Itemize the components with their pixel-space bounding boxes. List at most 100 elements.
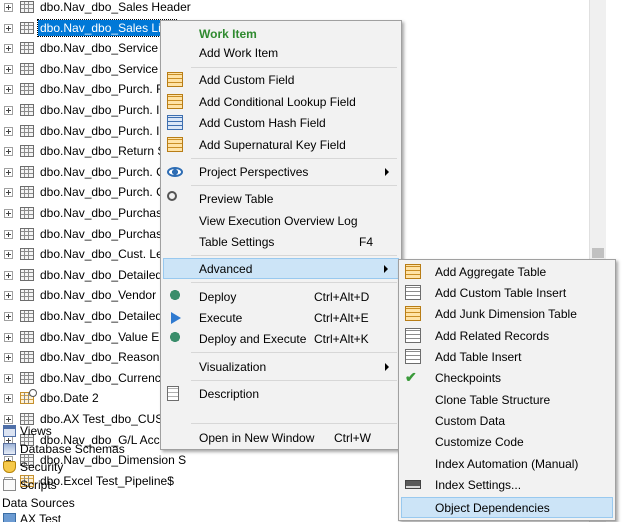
menu-item-add-conditional-lookup-field[interactable]: Add Conditional Lookup Field: [163, 91, 399, 112]
tree-category-security[interactable]: Security: [0, 458, 160, 476]
document-icon: [167, 386, 179, 401]
table-icon: [20, 248, 34, 261]
expand-icon[interactable]: [4, 270, 13, 280]
table-icon: [20, 124, 34, 137]
index-settings-icon: [405, 480, 421, 489]
table-icon: [20, 310, 34, 322]
expand-icon[interactable]: [4, 229, 13, 239]
menu-item-label: Add Table Insert: [435, 350, 522, 364]
aggregate-table-icon: [405, 264, 421, 279]
menu-item-table-settings[interactable]: Table Settings F4: [163, 231, 399, 252]
expand-icon[interactable]: [4, 312, 13, 321]
table-icon: [20, 371, 34, 384]
submenu-item-add-custom-table-insert[interactable]: Add Custom Table Insert: [401, 282, 613, 303]
shortcut-label: F4: [359, 235, 374, 249]
menu-item-advanced[interactable]: Advanced: [163, 258, 399, 279]
play-icon: [171, 312, 181, 324]
menu-item-label: Advanced: [199, 262, 253, 276]
menu-item-add-work-item[interactable]: Add Work Item: [163, 42, 399, 63]
tree-category-database-schemas[interactable]: Database Schemas: [0, 440, 160, 458]
menu-item-label: Description: [199, 387, 260, 401]
expand-icon[interactable]: [4, 332, 13, 342]
tree-table-row[interactable]: dbo.Nav_dbo_Sales Header: [0, 0, 600, 17]
menu-title-label: Work Item: [199, 27, 257, 41]
expand-icon[interactable]: [4, 106, 13, 115]
menu-separator: [191, 282, 397, 283]
submenu-item-index-settings[interactable]: Index Settings...: [401, 474, 613, 495]
expand-icon[interactable]: [4, 23, 13, 33]
menu-item-label: Visualization: [199, 360, 267, 374]
eye-icon: [167, 167, 183, 177]
table-icon: [20, 289, 34, 302]
menu-item-label: Add Supernatural Key Field: [199, 138, 346, 152]
expand-icon[interactable]: [4, 394, 13, 404]
menu-separator: [191, 423, 397, 424]
expand-icon[interactable]: [4, 209, 13, 218]
submenu-item-add-aggregate-table[interactable]: Add Aggregate Table: [401, 261, 613, 282]
expand-icon[interactable]: [4, 188, 13, 198]
related-records-icon: [405, 328, 421, 343]
menu-item-label: Object Dependencies: [435, 501, 550, 515]
expand-icon[interactable]: [4, 64, 13, 74]
menu-separator: [191, 158, 397, 159]
menu-item-label: Index Settings...: [435, 478, 522, 492]
schemas-icon: [3, 443, 16, 455]
expand-icon[interactable]: [4, 373, 13, 383]
submenu-item-customize-code[interactable]: Customize Code: [401, 431, 613, 452]
menu-item-open-in-new-window[interactable]: Open in New Window Ctrl+W: [163, 427, 399, 448]
submenu-arrow-icon: [385, 168, 389, 176]
menu-item-label: Checkpoints: [435, 371, 502, 385]
expand-icon[interactable]: [4, 126, 13, 136]
menu-item-visualization[interactable]: Visualization: [163, 356, 399, 377]
expand-icon[interactable]: [4, 147, 13, 157]
menu-item-execute[interactable]: Execute Ctrl+Alt+E: [163, 307, 399, 328]
submenu-item-add-table-insert[interactable]: Add Table Insert: [401, 346, 613, 367]
menu-item-label: Clone Table Structure: [435, 393, 551, 407]
menu-item-label: Add Custom Hash Field: [199, 116, 326, 130]
menu-item-project-perspectives[interactable]: Project Perspectives: [163, 161, 399, 182]
menu-item-add-custom-field[interactable]: Add Custom Field: [163, 69, 399, 90]
scrollbar-thumb[interactable]: [592, 248, 604, 258]
menu-item-label: Deploy and Execute: [199, 332, 307, 346]
tree-category-views[interactable]: Views: [0, 422, 160, 440]
submenu-item-index-automation[interactable]: Index Automation (Manual): [401, 453, 613, 474]
deploy-execute-icon: [167, 331, 183, 346]
menu-item-add-supernatural-key-field[interactable]: Add Supernatural Key Field: [163, 134, 399, 155]
expand-icon[interactable]: [4, 353, 13, 363]
expand-icon[interactable]: [4, 250, 13, 260]
shortcut-label: Ctrl+Alt+D: [314, 290, 370, 304]
menu-item-label: Execute: [199, 311, 243, 325]
table-icon: [20, 268, 34, 281]
table-icon: [20, 351, 34, 364]
shortcut-label: Ctrl+Alt+K: [314, 332, 369, 346]
menu-item-description[interactable]: Description: [163, 383, 399, 404]
lookup-field-icon: [167, 94, 183, 109]
expand-icon[interactable]: [4, 3, 13, 12]
expand-icon[interactable]: [4, 167, 13, 177]
expand-icon[interactable]: [4, 291, 13, 301]
submenu-item-checkpoints[interactable]: ✔ Checkpoints: [401, 367, 613, 388]
submenu-item-add-junk-dimension-table[interactable]: Add Junk Dimension Table: [401, 303, 613, 324]
menu-title-work-item: Work Item: [163, 23, 399, 44]
menu-item-label: Project Perspectives: [199, 165, 309, 179]
submenu-item-add-related-records[interactable]: Add Related Records: [401, 325, 613, 346]
expand-icon[interactable]: [4, 85, 13, 95]
submenu-item-object-dependencies[interactable]: Object Dependencies: [401, 497, 613, 518]
tree-category-scripts[interactable]: Scripts: [0, 476, 160, 494]
submenu-item-clone-table-structure[interactable]: Clone Table Structure: [401, 389, 613, 410]
menu-item-view-execution-overview-log[interactable]: View Execution Overview Log: [163, 210, 399, 231]
tree-data-source-ax-test[interactable]: AX Test: [0, 510, 160, 522]
menu-item-deploy[interactable]: Deploy Ctrl+Alt+D: [163, 286, 399, 307]
menu-item-deploy-and-execute[interactable]: Deploy and Execute Ctrl+Alt+K: [163, 328, 399, 349]
advanced-submenu: Add Aggregate Table Add Custom Table Ins…: [398, 259, 616, 521]
menu-item-add-custom-hash-field[interactable]: Add Custom Hash Field: [163, 112, 399, 133]
menu-item-preview-table[interactable]: Preview Table: [163, 188, 399, 209]
tree-table-label: dbo.Nav_dbo_Sales Line: [36, 18, 178, 37]
custom-field-icon: [167, 72, 183, 87]
expand-icon[interactable]: [4, 44, 13, 54]
tree-table-label: dbo.Date 2: [40, 391, 99, 406]
menu-item-label: Add Related Records: [435, 329, 550, 343]
submenu-item-custom-data[interactable]: Custom Data: [401, 410, 613, 431]
menu-item-label: Customize Code: [435, 435, 524, 449]
views-icon: [3, 425, 16, 437]
